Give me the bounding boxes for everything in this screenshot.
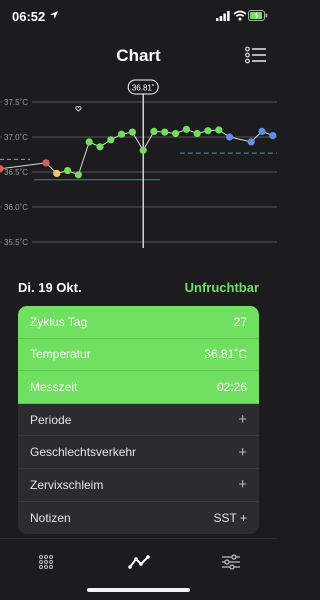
data-point	[42, 159, 50, 167]
status-time: 06:52	[12, 9, 46, 24]
temperature-label: Temperatur	[30, 347, 91, 362]
intercourse-add-button[interactable]: +	[238, 444, 247, 461]
y-tick-label: 35.5˚C	[4, 238, 28, 247]
measure-time-row[interactable]: Messzeit 02:26	[18, 371, 259, 404]
details-list: Zyklus Tag 27 Temperatur 36.81˚C Messzei…	[18, 306, 259, 535]
selected-value-label: 36.81˚	[132, 84, 155, 93]
heart-marker-icon	[75, 106, 82, 112]
selected-date: Di. 19 Okt.	[18, 280, 82, 295]
data-point	[139, 146, 147, 154]
y-tick-label: 36.5˚C	[4, 168, 28, 177]
home-indicator	[87, 588, 190, 592]
data-point	[85, 138, 93, 146]
y-tick-label: 37.5˚C	[4, 98, 28, 107]
y-tick-label: 37.0˚C	[4, 133, 28, 142]
measure-time-value: 02:26	[216, 379, 247, 394]
data-point	[226, 133, 234, 141]
signal-icon	[216, 11, 230, 21]
chart-line-icon	[128, 555, 150, 569]
data-point	[74, 171, 82, 179]
temperature-chart[interactable]: 37.5˚C 37.0˚C 36.5˚C 36.0˚C 35.5˚C 36.81˚	[0, 78, 277, 268]
tab-chart[interactable]	[124, 547, 154, 577]
cycle-day-label: Zyklus Tag	[30, 314, 88, 329]
y-tick-label: 36.0˚C	[4, 203, 28, 212]
tab-overview[interactable]	[31, 547, 61, 577]
fertility-status: Unfruchtbar	[184, 280, 259, 295]
cervical-mucus-row[interactable]: Zervixschleim +	[18, 468, 259, 502]
cervical-mucus-add-button[interactable]: +	[238, 476, 247, 493]
cervical-mucus-label: Zervixschleim	[30, 477, 104, 492]
data-point	[258, 127, 266, 135]
data-point	[172, 129, 180, 138]
data-point	[247, 138, 255, 146]
intercourse-label: Geschlechtsverkehr	[30, 445, 137, 460]
data-point	[204, 127, 212, 135]
data-point	[96, 143, 104, 151]
temperature-row[interactable]: Temperatur 36.81˚C	[18, 338, 259, 372]
data-point	[182, 125, 190, 133]
data-point	[215, 126, 223, 134]
data-point	[118, 130, 126, 138]
selected-day-row: Di. 19 Okt. Unfruchtbar	[18, 280, 259, 296]
series-segment	[77, 141, 90, 175]
period-row[interactable]: Periode +	[18, 403, 259, 437]
list-menu-icon[interactable]	[245, 46, 267, 64]
data-point	[128, 128, 136, 136]
measure-time-label: Messzeit	[30, 379, 78, 394]
data-point	[193, 129, 201, 138]
notes-row[interactable]: Notizen SST +	[18, 501, 259, 535]
status-bar: 06:52	[0, 0, 277, 34]
location-arrow-icon	[50, 11, 58, 19]
tab-settings[interactable]	[216, 547, 246, 577]
cycle-day-row: Zyklus Tag 27	[18, 306, 259, 339]
data-point	[161, 128, 169, 136]
data-point	[107, 136, 115, 144]
intercourse-row[interactable]: Geschlechtsverkehr +	[18, 436, 259, 469]
data-point	[150, 127, 158, 135]
data-point	[64, 167, 72, 175]
grid-dots-icon	[39, 555, 53, 569]
temperature-value: 36.81˚C	[204, 347, 247, 362]
data-point	[269, 132, 277, 140]
wifi-icon	[233, 10, 247, 21]
notes-value[interactable]: SST +	[214, 511, 247, 525]
period-add-button[interactable]: +	[238, 411, 247, 428]
period-label: Periode	[30, 412, 72, 427]
notes-label: Notizen	[30, 510, 71, 525]
battery-charging-icon	[248, 10, 268, 21]
page-title: Chart	[116, 46, 161, 65]
data-point	[53, 169, 61, 177]
sliders-icon	[222, 554, 240, 570]
cycle-day-value: 27	[233, 314, 247, 329]
